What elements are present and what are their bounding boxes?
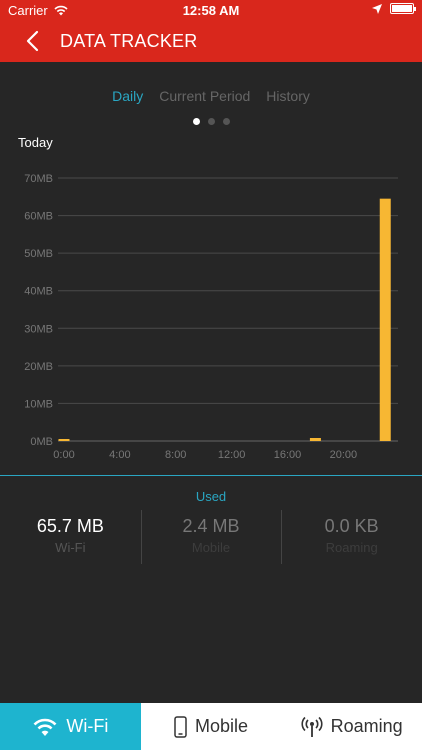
bottom-tab-roaming-label: Roaming: [330, 716, 403, 736]
stat-roaming: 0.0 KB Roaming: [281, 508, 422, 566]
back-chevron-icon[interactable]: [22, 28, 46, 54]
y-tick-label: 30MB: [24, 323, 53, 335]
page-title: DATA TRACKER: [60, 31, 198, 51]
bottom-tab-roaming[interactable]: Roaming: [281, 703, 422, 750]
status-bar: Carrier 12:58 AM: [0, 0, 422, 20]
y-tick-label: 20MB: [24, 361, 53, 373]
stat-mobile-value: 2.4 MB: [182, 516, 240, 536]
tab-current-period[interactable]: Current Period: [159, 88, 250, 104]
daily-usage-chart: 0MB 10MB 20MB 30MB 40MB 50MB 60MB 70MB 0:00 4:00 8…: [24, 173, 398, 461]
stat-wifi-value: 65.7 MB: [36, 516, 104, 536]
usage-bar: [58, 439, 70, 441]
usage-stats: 65.7 MB Wi-Fi 2.4 MB Mobile 0.0 KB Roami…: [0, 508, 422, 566]
y-tick-label: 40MB: [24, 286, 53, 298]
tab-daily[interactable]: Daily: [112, 88, 143, 104]
y-tick-label: 50MB: [24, 248, 53, 260]
bottom-tab-mobile[interactable]: Mobile: [141, 703, 282, 750]
y-tick-label: 0MB: [30, 436, 53, 448]
bottom-tab-wifi[interactable]: Wi-Fi: [0, 703, 141, 750]
location-arrow-icon: [372, 3, 382, 14]
stat-mobile: 2.4 MB Mobile: [140, 508, 282, 566]
usage-bar: [379, 198, 391, 441]
antenna-icon: [301, 716, 323, 737]
page-indicator[interactable]: [0, 118, 422, 125]
stat-wifi-label: Wi-Fi: [55, 540, 86, 555]
usage-bar: [309, 437, 321, 441]
x-tick-label: 8:00: [165, 449, 186, 461]
stat-roaming-label: Roaming: [325, 540, 378, 555]
section-divider: [0, 475, 422, 476]
x-tick-label: 4:00: [109, 449, 130, 461]
stat-mobile-label: Mobile: [191, 540, 231, 555]
x-tick-label: 0:00: [53, 449, 74, 461]
x-tick-label: 20:00: [330, 449, 358, 461]
status-time: 12:58 AM: [182, 3, 240, 18]
page-dot-1[interactable]: [192, 118, 200, 125]
y-tick-label: 60MB: [24, 211, 53, 223]
period-tabs: Daily Current Period History: [0, 88, 422, 104]
used-heading: Used: [195, 489, 227, 504]
x-tick-label: 16:00: [274, 449, 302, 461]
bottom-tab-bar: Wi-Fi Mobile Roaming: [0, 703, 422, 750]
y-tick-label: 70MB: [24, 173, 53, 185]
battery-icon: [390, 3, 416, 14]
phone-icon: [174, 715, 187, 738]
page-dot-3[interactable]: [222, 118, 230, 125]
x-tick-label: 12:00: [218, 449, 246, 461]
stat-wifi: 65.7 MB Wi-Fi: [0, 508, 141, 566]
status-right: [372, 3, 416, 14]
bottom-tab-wifi-label: Wi-Fi: [66, 716, 109, 736]
tab-history[interactable]: History: [266, 88, 310, 104]
nav-bar: DATA TRACKER: [0, 20, 422, 62]
chart-title: Today: [18, 135, 53, 150]
bottom-tab-mobile-label: Mobile: [194, 716, 249, 736]
page-dot-2[interactable]: [207, 118, 215, 125]
y-tick-label: 10MB: [24, 398, 53, 410]
wifi-icon: [33, 718, 57, 736]
stat-roaming-value: 0.0 KB: [324, 516, 379, 536]
